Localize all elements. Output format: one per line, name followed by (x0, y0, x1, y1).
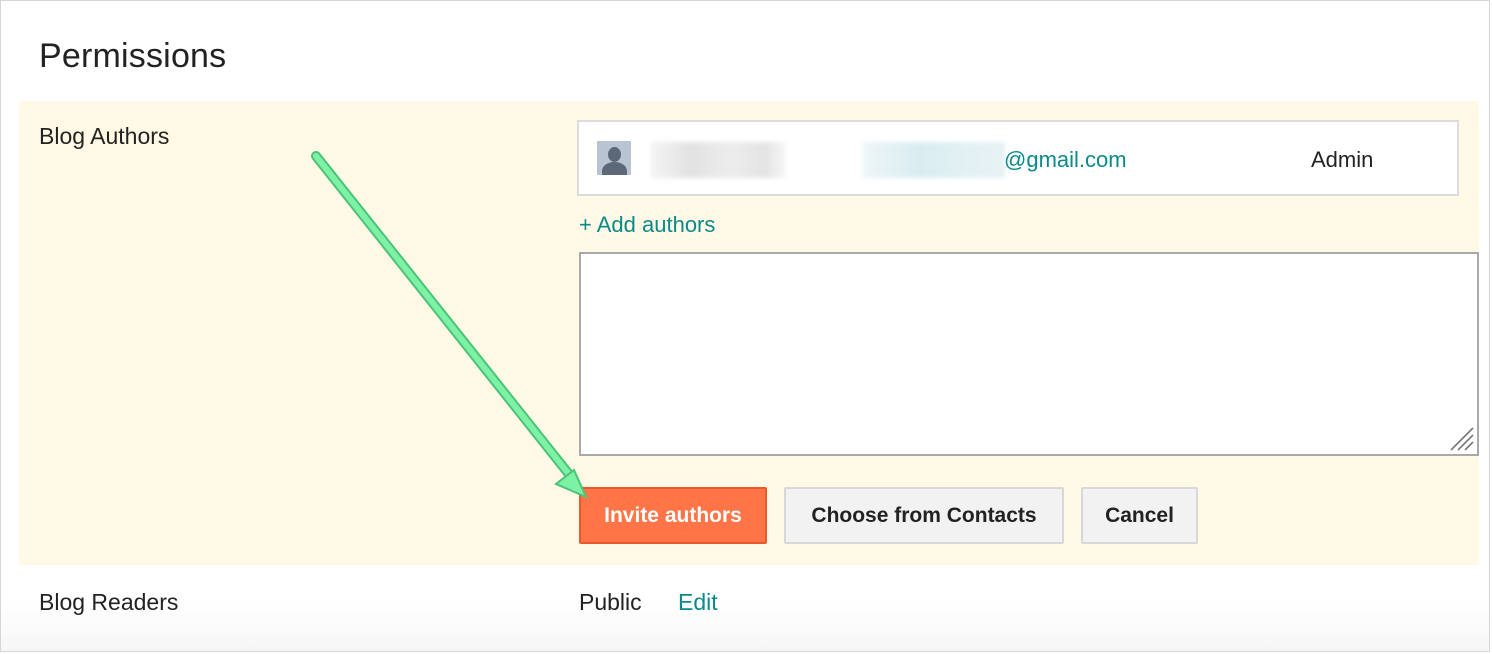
invite-authors-button[interactable]: Invite authors (579, 487, 767, 544)
author-list: @gmail.com Admin (577, 120, 1459, 196)
page-title: Permissions (39, 37, 227, 75)
author-role: Admin (1311, 147, 1374, 172)
blog-authors-label: Blog Authors (39, 123, 170, 149)
resize-grip-icon[interactable] (1447, 424, 1475, 452)
author-email-redacted (863, 142, 1005, 178)
choose-from-contacts-button[interactable]: Choose from Contacts (784, 487, 1064, 544)
author-email: @gmail.com (1004, 147, 1127, 172)
cancel-button[interactable]: Cancel (1081, 487, 1198, 544)
person-silhouette-icon (597, 141, 631, 175)
permissions-section: Permissions Blog Authors @gmail.com Admi… (0, 0, 1490, 652)
author-name-redacted (651, 142, 785, 178)
add-authors-link[interactable]: + Add authors (579, 212, 715, 238)
blog-readers-edit-link[interactable]: Edit (678, 589, 718, 616)
blog-readers-value: Public (579, 589, 642, 615)
blog-readers-label: Blog Readers (39, 589, 179, 615)
invite-emails-textarea[interactable] (579, 252, 1479, 456)
